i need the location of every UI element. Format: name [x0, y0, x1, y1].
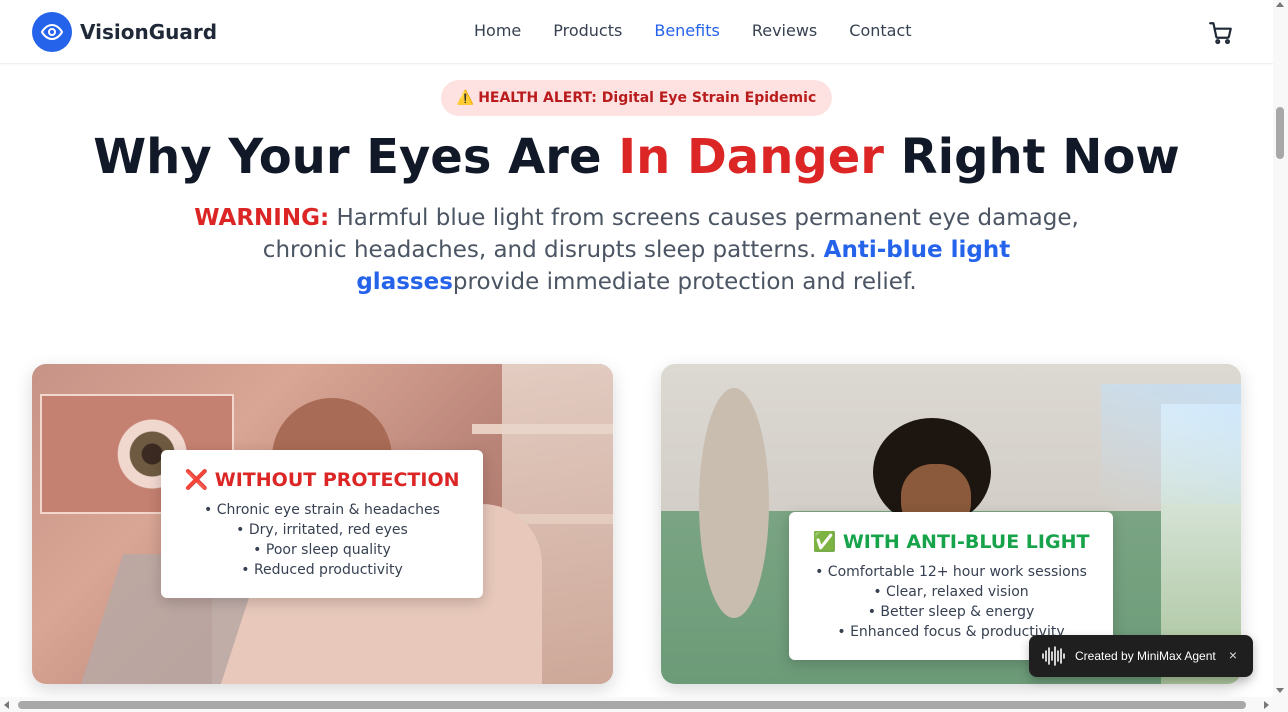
list-item: • Poor sleep quality [253, 542, 391, 558]
list-item: • Clear, relaxed vision [873, 584, 1029, 600]
agent-badge[interactable]: Created by MiniMax Agent × [1029, 635, 1253, 677]
with-protection-title: ✅ WITH ANTI-BLUE LIGHT [812, 531, 1090, 553]
waveform-icon [1042, 646, 1065, 666]
nav-products[interactable]: Products [553, 20, 622, 42]
site-header: VisionGuard Home Products Benefits Revie… [0, 0, 1273, 64]
warning-icon: ⚠️ [456, 90, 475, 106]
brand-name: VisionGuard [80, 20, 218, 44]
symptom-list: • Chronic eye strain & headaches • Dry, … [161, 500, 483, 580]
horizontal-scrollbar[interactable] [0, 697, 1288, 712]
list-item: • Better sleep & energy [867, 604, 1035, 620]
vertical-scroll-thumb[interactable] [1276, 107, 1284, 159]
nav-contact[interactable]: Contact [849, 20, 911, 42]
nav-home[interactable]: Home [474, 20, 521, 42]
eye-icon [32, 12, 72, 52]
scroll-up-icon[interactable] [1276, 2, 1284, 7]
list-item: • Comfortable 12+ hour work sessions [815, 564, 1087, 580]
checkmark-icon: ✅ [812, 531, 837, 553]
brand-logo[interactable]: VisionGuard [32, 12, 217, 52]
without-protection-title: ❌ WITHOUT PROTECTION [184, 469, 460, 491]
headline-end: Right Now [883, 129, 1180, 185]
page-title: Why Your Eyes Are In Danger Right Now [0, 126, 1273, 188]
scroll-left-icon[interactable] [4, 701, 9, 709]
headline-highlight: In Danger [618, 129, 884, 185]
scroll-right-icon[interactable] [1264, 701, 1269, 709]
main-nav: Home Products Benefits Reviews Contact [474, 20, 944, 42]
list-item: • Dry, irritated, red eyes [236, 522, 408, 538]
vertical-scrollbar[interactable] [1273, 0, 1288, 697]
closing-text: provide immediate protection and relief. [452, 269, 917, 295]
agent-badge-label: Created by MiniMax Agent [1075, 649, 1216, 663]
list-item: • Reduced productivity [241, 562, 403, 578]
alert-text: HEALTH ALERT: Digital Eye Strain Epidemi… [478, 90, 817, 106]
nav-reviews[interactable]: Reviews [752, 20, 817, 42]
without-protection-card: ❌ WITHOUT PROTECTION • Chronic eye strai… [32, 364, 613, 684]
wall-decoration [699, 388, 769, 618]
hero-description: WARNING: Harmful blue light from screens… [176, 202, 1097, 298]
cart-icon[interactable] [1208, 20, 1234, 46]
scroll-down-icon[interactable] [1276, 688, 1284, 693]
health-alert-badge: ⚠️ HEALTH ALERT: Digital Eye Strain Epid… [441, 80, 832, 116]
list-item: • Chronic eye strain & headaches [204, 502, 440, 518]
sunlight [1101, 384, 1241, 504]
without-protection-box: ❌ WITHOUT PROTECTION • Chronic eye strai… [161, 450, 483, 598]
cross-icon: ❌ [184, 469, 209, 491]
horizontal-scroll-thumb[interactable] [18, 701, 1246, 709]
nav-benefits[interactable]: Benefits [654, 20, 720, 42]
close-icon[interactable]: × [1229, 647, 1237, 663]
headline-start: Why Your Eyes Are [93, 129, 619, 185]
warning-label: WARNING: [194, 205, 330, 231]
benefit-list: • Comfortable 12+ hour work sessions • C… [789, 562, 1113, 642]
